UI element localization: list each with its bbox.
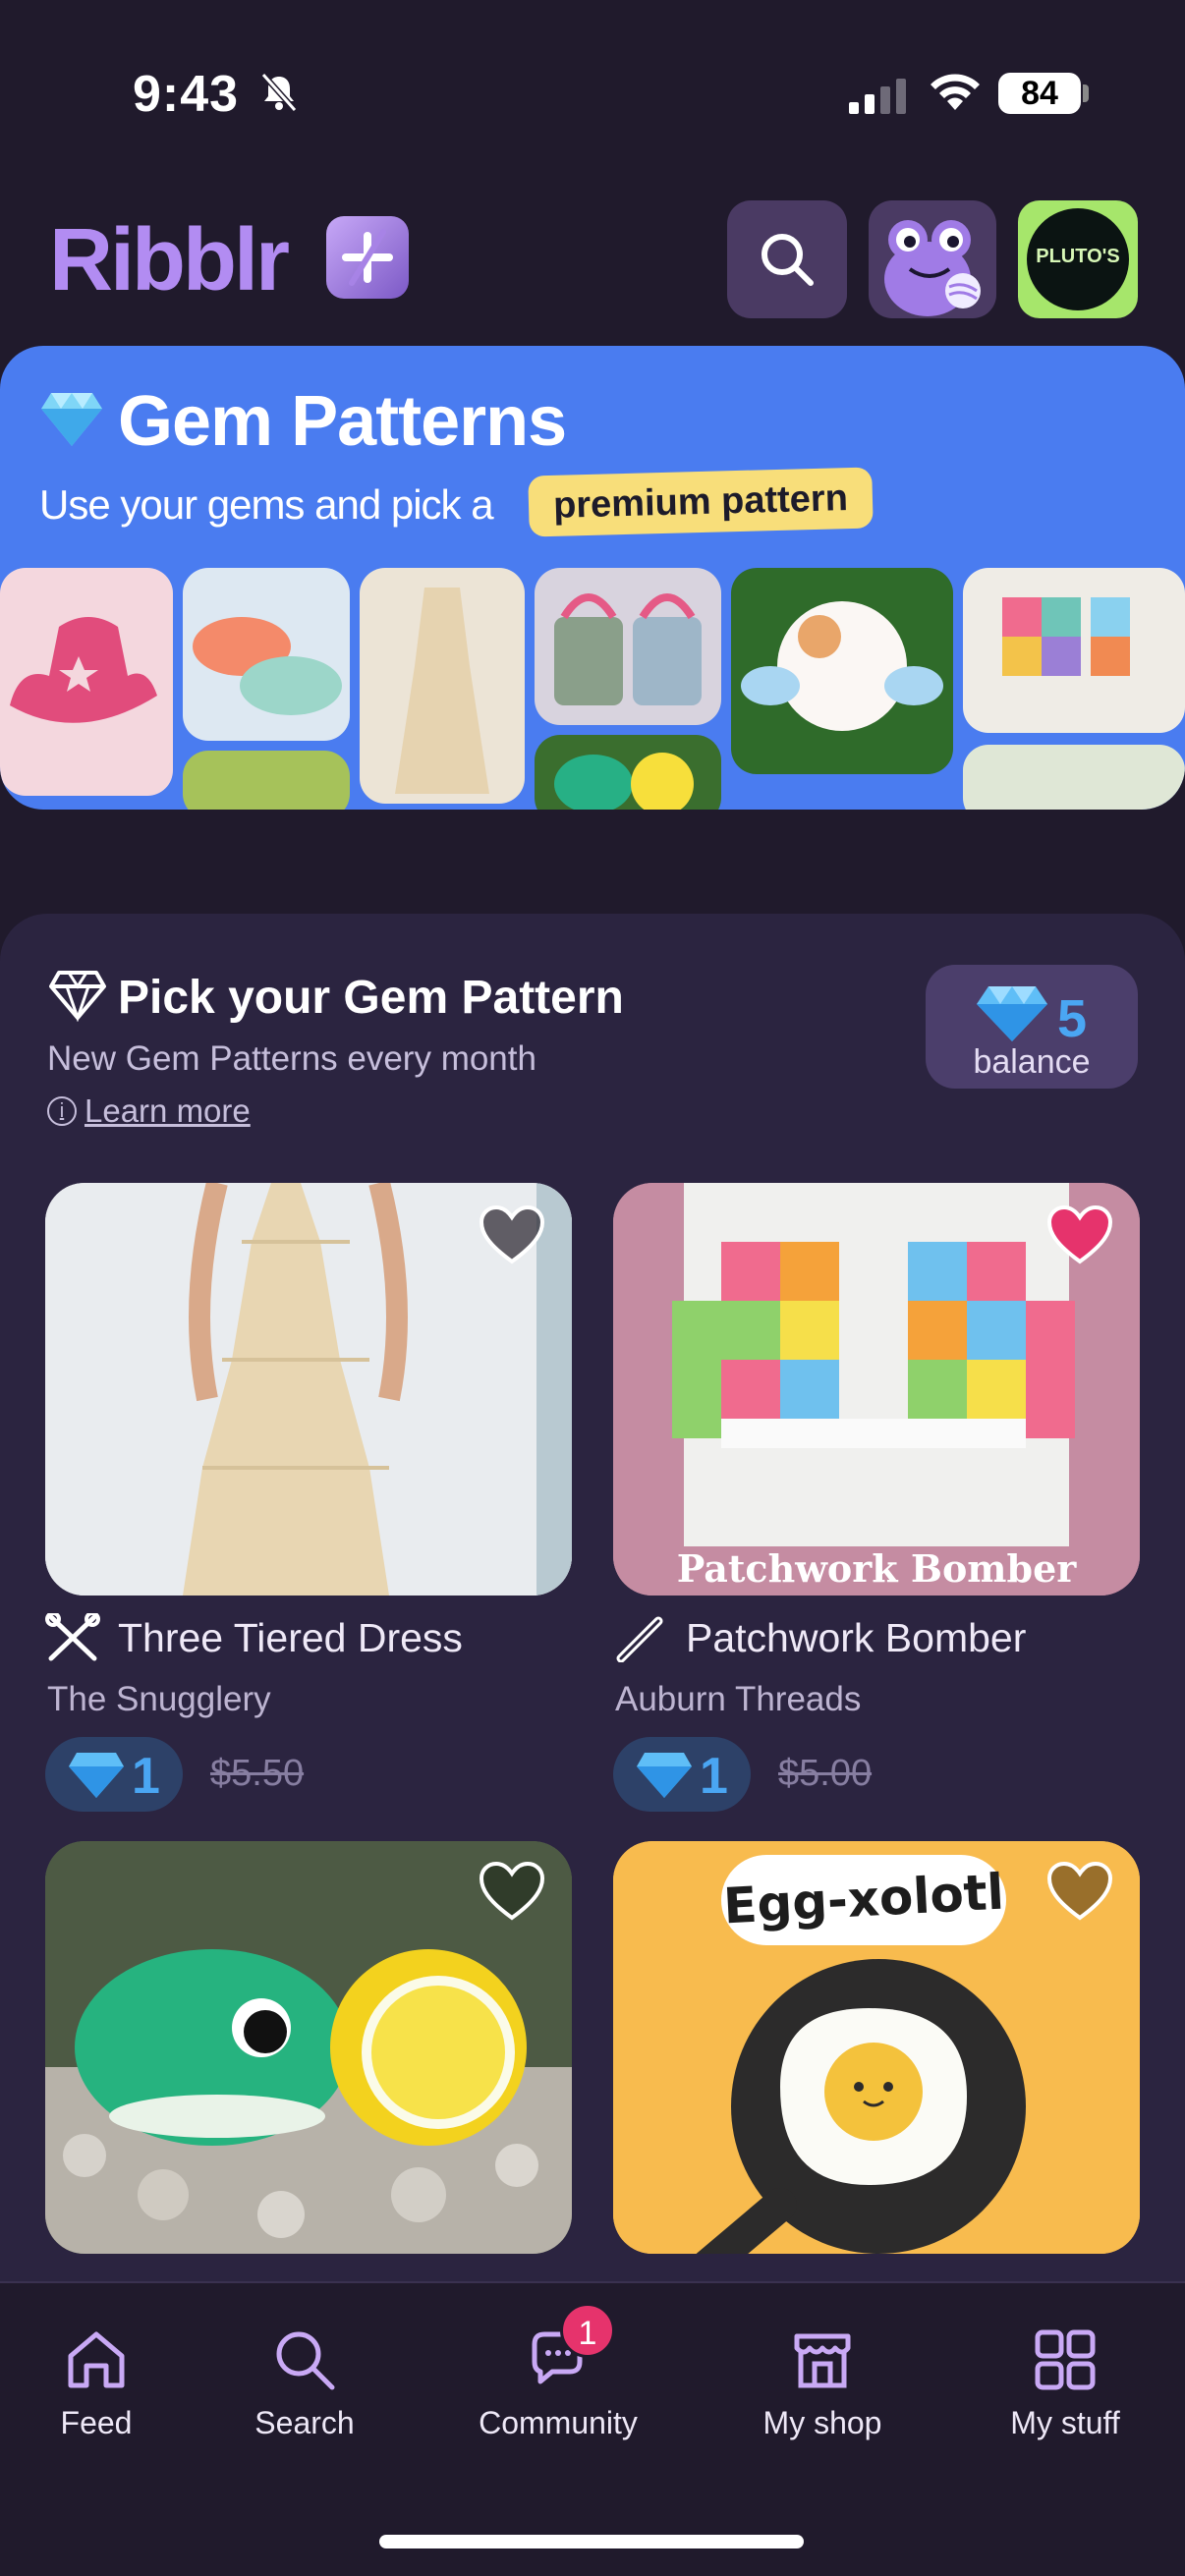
shop-avatar-text: PLUTO'S: [1027, 208, 1129, 310]
diamond-outline-icon: [49, 971, 106, 1022]
nav-item-my-shop[interactable]: My shop: [714, 2326, 931, 2441]
nav-item-feed[interactable]: Feed: [0, 2326, 204, 2441]
signal-icon: [849, 79, 906, 114]
premium-pattern-highlight: premium pattern: [528, 467, 874, 537]
notification-badge: 1: [560, 2303, 615, 2358]
favorite-heart-icon[interactable]: [478, 1204, 546, 1267]
banner-subtitle: Use your gems and pick a: [39, 481, 494, 528]
info-icon: i: [47, 1096, 77, 1126]
gem-price-pill: 1: [45, 1737, 183, 1812]
shop-icon: [794, 2333, 851, 2388]
nav-label-my-shop: My shop: [762, 2405, 882, 2440]
nav-item-search[interactable]: Search: [197, 2326, 413, 2441]
pattern-tile-cowboy-hat: [0, 568, 173, 796]
learn-more-label: Learn more: [85, 1092, 251, 1129]
nav-item-community[interactable]: Community: [450, 2326, 666, 2441]
learn-more-link[interactable]: i Learn more: [47, 1092, 251, 1130]
pattern-card-title[interactable]: Three Tiered Dress: [45, 1613, 463, 1662]
pattern-tile-pink-plush: [963, 745, 1185, 810]
status-time: 9:43: [133, 66, 240, 123]
diamond-icon: [41, 393, 102, 446]
pattern-tile-market-bags: [535, 568, 721, 725]
pattern-tile-fish-plush: [535, 735, 721, 810]
nav-label-community: Community: [479, 2405, 638, 2440]
pattern-tile-granny-vest: [963, 568, 1185, 733]
grid-icon: [1035, 2329, 1096, 2390]
nav-label-feed: Feed: [60, 2405, 133, 2440]
battery-indicator: 84: [998, 73, 1081, 114]
shop-avatar[interactable]: PLUTO'S: [1018, 200, 1138, 318]
pattern-tile-avocados: [183, 751, 350, 810]
gem-patterns-banner[interactable]: Gem Patterns Use your gems and pick a pr…: [0, 346, 1185, 810]
section-subtitle: New Gem Patterns every month: [47, 1039, 536, 1078]
pattern-card-seller[interactable]: The Snugglery: [47, 1680, 271, 1719]
plus-badge-icon[interactable]: [326, 216, 409, 299]
gem-price-value: 1: [700, 1748, 728, 1805]
app-logo: Ribblr: [49, 211, 290, 309]
diamond-icon: [977, 986, 1047, 1041]
pattern-tile-cat-plush: [731, 568, 953, 774]
gem-balance-label: balance: [973, 1043, 1091, 1081]
diamond-icon: [69, 1753, 124, 1798]
bell-muted-icon: [260, 73, 298, 112]
pattern-tile-dress: [360, 568, 525, 804]
gem-balance[interactable]: 5 balance: [926, 965, 1138, 1089]
home-icon: [68, 2331, 125, 2388]
gem-price-value: 1: [132, 1748, 160, 1805]
favorite-heart-icon[interactable]: [478, 1861, 546, 1924]
wifi-icon: [931, 74, 980, 110]
diamond-icon: [637, 1753, 692, 1798]
battery-nub: [1083, 84, 1089, 102]
nav-label-my-stuff: My stuff: [1010, 2405, 1120, 2440]
nav-item-my-stuff[interactable]: My stuff: [957, 2326, 1173, 2441]
banner-title: Gem Patterns: [118, 382, 567, 461]
pattern-card-title[interactable]: Patchwork Bomber: [613, 1613, 1026, 1662]
home-indicator[interactable]: [379, 2535, 804, 2548]
search-icon: [276, 2331, 335, 2390]
status-bar: 9:43 84: [0, 0, 1185, 187]
favorite-heart-icon[interactable]: [1045, 1861, 1114, 1924]
favorite-heart-active-icon[interactable]: [1045, 1204, 1114, 1267]
gem-price-pill: 1: [613, 1737, 751, 1812]
search-icon: [762, 234, 814, 286]
pattern-tile-bucket-hats: [183, 568, 350, 741]
pattern-card-title-text: Patchwork Bomber: [686, 1614, 1027, 1660]
original-price: $5.50: [210, 1753, 305, 1794]
section-title: Pick your Gem Pattern: [118, 972, 624, 1024]
knitting-needles-icon: [45, 1613, 100, 1661]
header-search-button[interactable]: [727, 200, 847, 318]
frog-mascot-avatar[interactable]: [869, 200, 996, 318]
crochet-hook-icon: [616, 1616, 663, 1662]
gem-balance-value: 5: [1057, 989, 1088, 1048]
original-price: $5.00: [778, 1753, 873, 1794]
pattern-card-title-text: Three Tiered Dress: [118, 1614, 463, 1660]
nav-label-search: Search: [254, 2405, 355, 2440]
pattern-card-seller[interactable]: Auburn Threads: [615, 1680, 861, 1719]
image-caption: Patchwork Bomber: [676, 1546, 1077, 1591]
